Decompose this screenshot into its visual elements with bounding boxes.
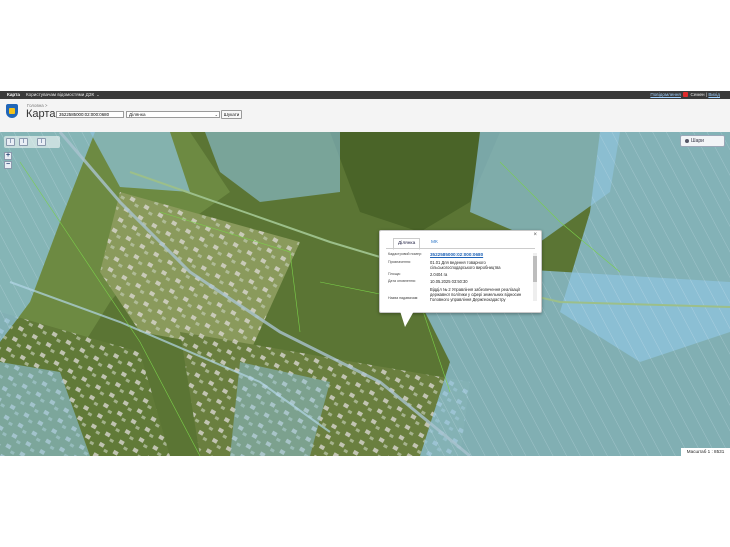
user-menu-label: Користувачам відомостями ДЗК [26, 92, 95, 97]
tab-divider [386, 248, 535, 249]
parcel-info-popup: × Ділянка МК Кадастровий номер: 35225850… [379, 230, 542, 313]
info-label: Назва надавачам: [388, 296, 419, 300]
logout-link[interactable]: Вихід [708, 92, 720, 97]
layers-button-label: Шари [691, 138, 704, 144]
info-label: Площа: [388, 272, 401, 276]
tab-mk[interactable]: МК [427, 238, 442, 248]
measure-line-tool[interactable]: I [6, 138, 15, 146]
object-type-select[interactable]: Ділянка ⌄ [126, 111, 220, 118]
search-button[interactable]: Шукати [221, 110, 242, 119]
brand-title[interactable]: Карта [7, 91, 20, 99]
info-label: Кадастровий номер: [388, 252, 423, 256]
scrollbar-thumb[interactable] [533, 256, 537, 282]
separator: | [705, 92, 708, 97]
layers-icon [685, 138, 689, 143]
info-value: 10.05.2025 03:50:30 [430, 279, 468, 284]
info-value: Відділ № 2 Управління забезпечення реалі… [430, 287, 522, 302]
layers-button[interactable]: Шари [680, 135, 725, 147]
map-canvas[interactable] [0, 132, 730, 456]
info-label: Дата оновлення: [388, 279, 416, 283]
measure-area-tool[interactable]: I [19, 138, 28, 146]
select-tool[interactable]: I [37, 138, 46, 146]
user-menu-dropdown[interactable]: Користувачам відомостями ДЗК ⌄ [26, 91, 100, 99]
chevron-down-icon: ⌄ [96, 92, 100, 97]
satellite-map-image [0, 132, 730, 456]
parcel-info-table: Кадастровий номер: 3522585000:02:000:068… [386, 250, 532, 308]
popup-pointer [400, 311, 414, 327]
map-toolbar: I I I [4, 136, 60, 148]
chevron-down-icon: ⌄ [214, 112, 218, 117]
top-navigation-bar: Карта Користувачам відомостями ДЗК ⌄ Пові… [0, 91, 730, 99]
object-type-value: Ділянка [129, 112, 146, 117]
close-icon[interactable]: × [533, 232, 537, 238]
zoom-in-button[interactable]: + [4, 152, 12, 160]
info-label: Призначення: [388, 260, 411, 264]
info-value: 01.01 Для ведення товарного сільськогосп… [430, 260, 501, 270]
cadastral-number-input[interactable] [56, 111, 124, 118]
zoom-out-button[interactable]: − [4, 161, 12, 169]
notifications-link[interactable]: Повідомлення [650, 92, 681, 97]
topbar-right: Повідомлення Семен | Вихід [650, 91, 720, 99]
coat-of-arms-logo-icon [6, 104, 18, 118]
map-scale: Масштаб 1 : 8531 [681, 448, 730, 456]
cadastral-number-link[interactable]: 3522585000:02:000:0680 [430, 252, 530, 257]
page-title: Карта [26, 108, 56, 120]
popup-scrollbar[interactable] [533, 253, 537, 301]
user-name: Семен [690, 92, 705, 97]
info-value: 2.0404 га [430, 272, 448, 277]
notification-badge [683, 92, 689, 98]
